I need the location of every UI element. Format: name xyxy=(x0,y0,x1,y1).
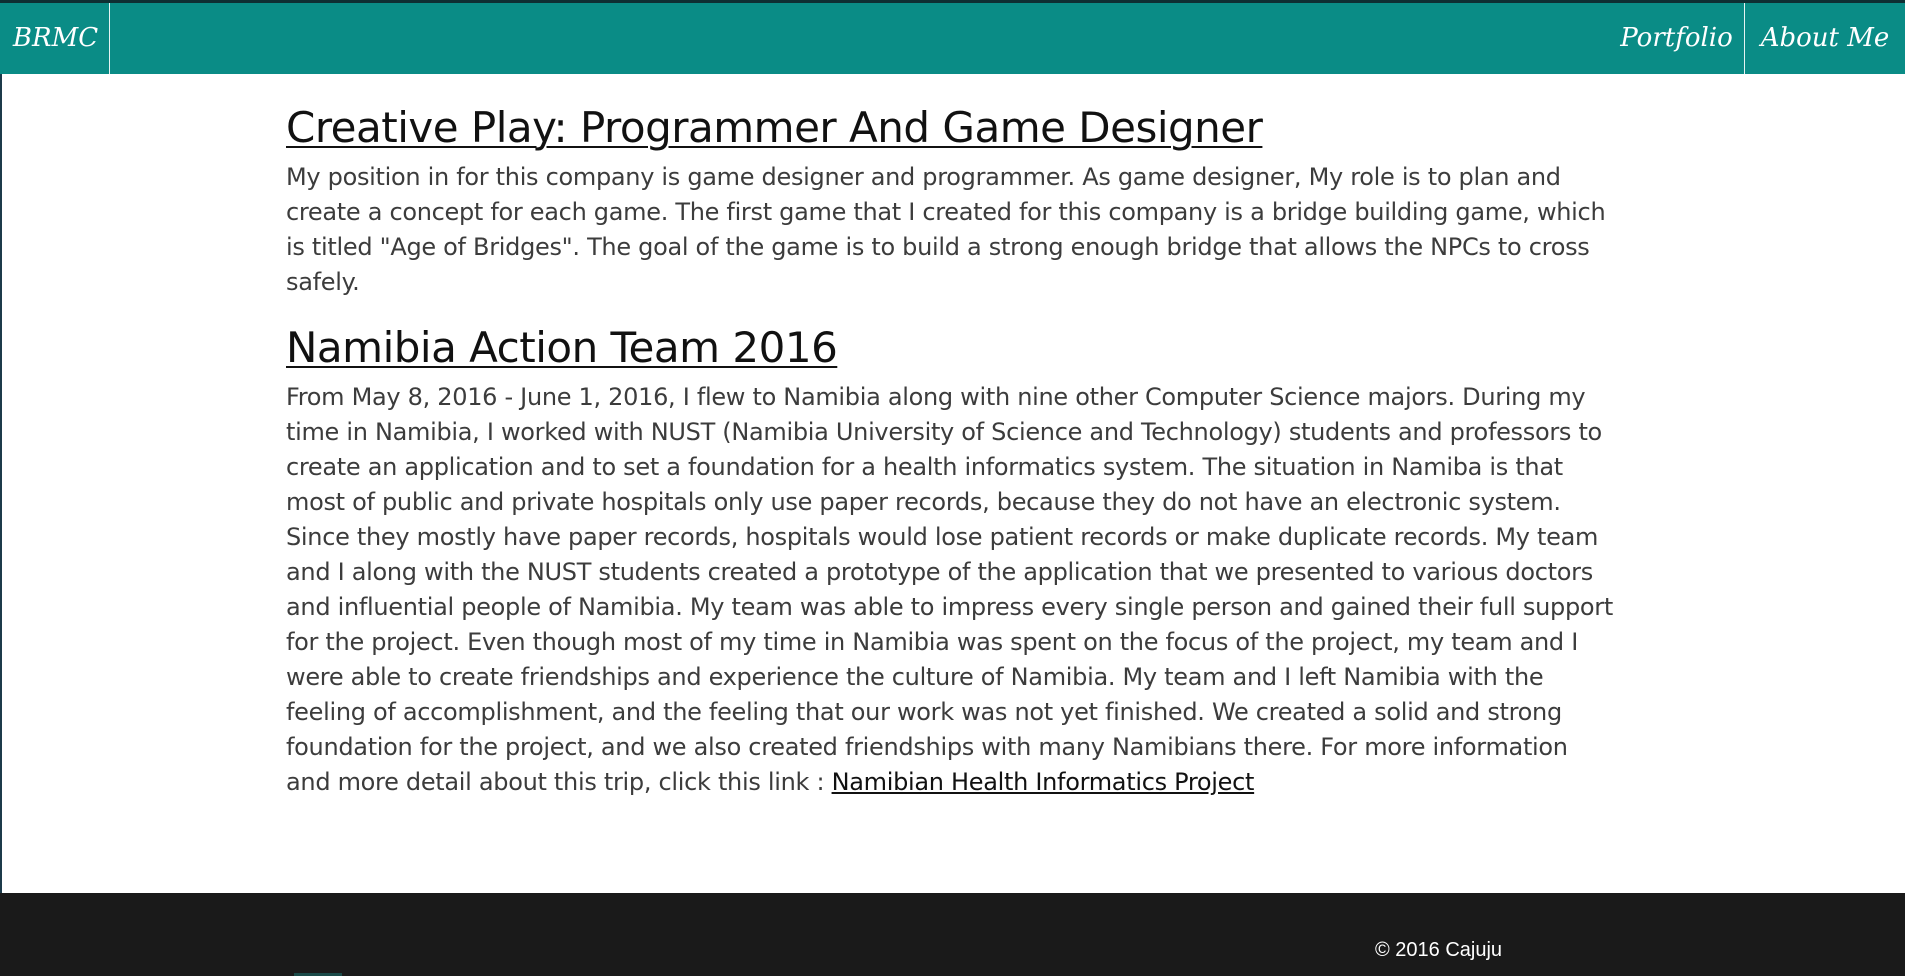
section-title-creative-play[interactable]: Creative Play: Programmer And Game Desig… xyxy=(286,100,1616,156)
section-namibia-action-team: Namibia Action Team 2016 From May 8, 201… xyxy=(286,320,1616,800)
nav-item-portfolio[interactable]: Portfolio xyxy=(1609,3,1745,74)
top-navbar: BRMC Portfolio About Me xyxy=(0,0,1905,74)
section-creative-play: Creative Play: Programmer And Game Desig… xyxy=(286,100,1616,300)
page-footer: © 2016 Cajuju xyxy=(0,893,1905,976)
section-body-creative-play: My position in for this company is game … xyxy=(286,163,1606,296)
nav-menu: Portfolio About Me xyxy=(1609,3,1905,74)
namibian-health-informatics-link[interactable]: Namibian Health Informatics Project xyxy=(832,768,1255,796)
footer-copyright: © 2016 Cajuju xyxy=(1375,939,1503,961)
section-body-namibia-action-team: From May 8, 2016 - June 1, 2016, I flew … xyxy=(286,380,1616,800)
main-content: Creative Play: Programmer And Game Desig… xyxy=(286,100,1616,820)
section-title-namibia-action-team[interactable]: Namibia Action Team 2016 xyxy=(286,320,1616,376)
nav-item-about-me[interactable]: About Me xyxy=(1745,3,1905,74)
namibia-body-text: From May 8, 2016 - June 1, 2016, I flew … xyxy=(286,383,1613,796)
brand-logo-link[interactable]: BRMC xyxy=(2,3,110,74)
